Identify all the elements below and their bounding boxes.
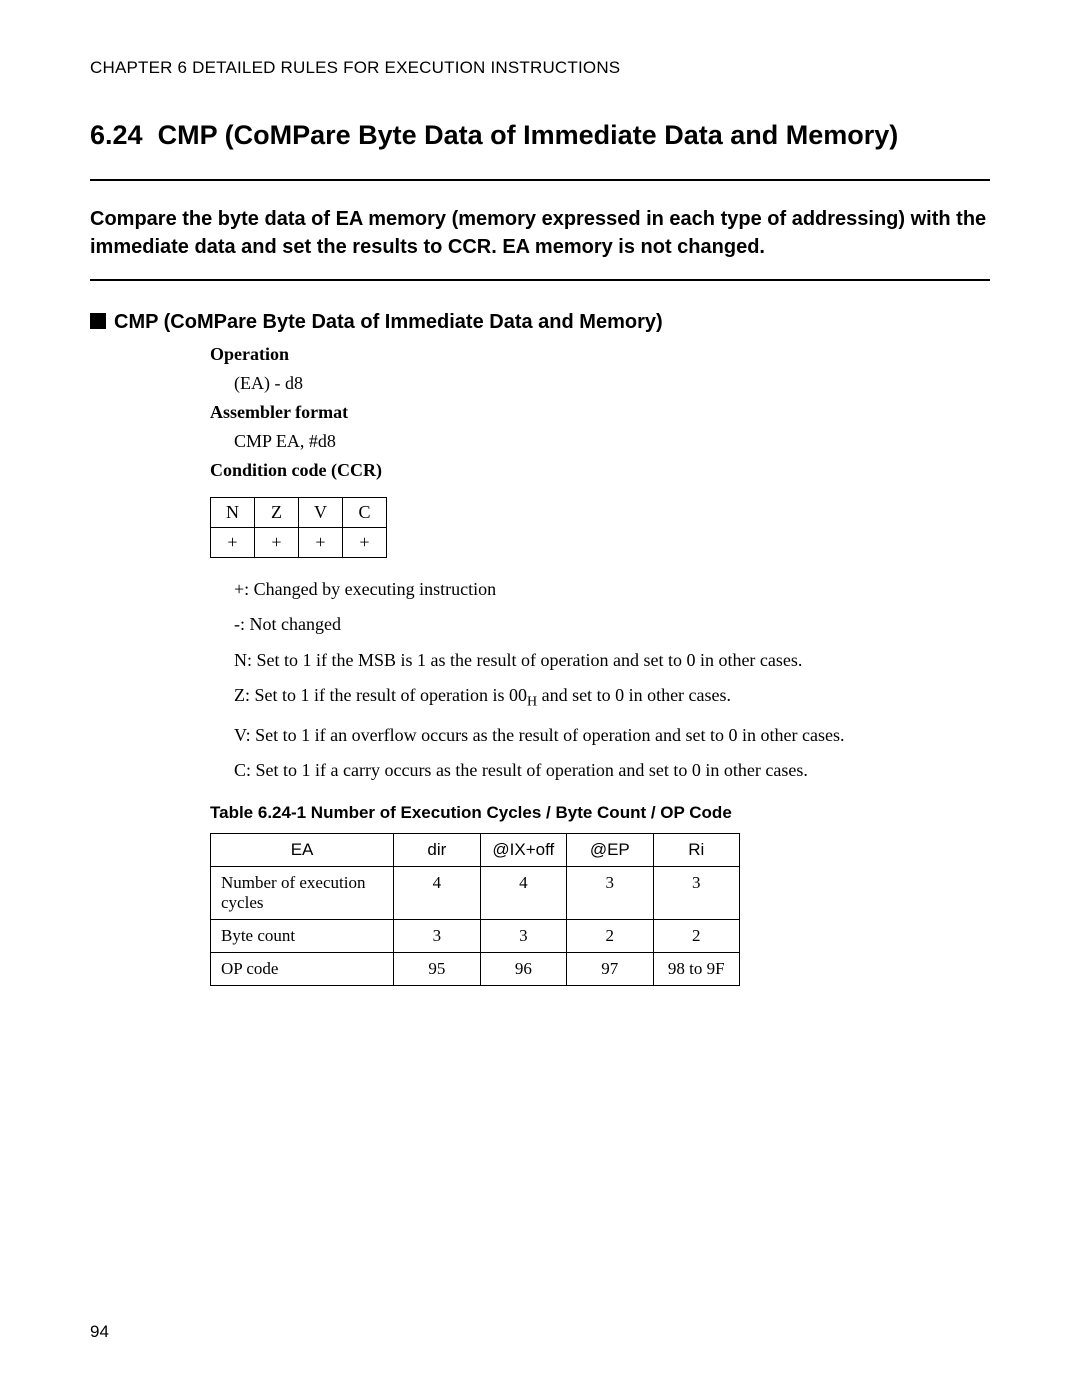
detail-row-label: OP code <box>211 952 394 985</box>
ccr-header-cell: V <box>299 498 343 528</box>
ccr-value-cell: + <box>255 528 299 558</box>
page-number: 94 <box>90 1322 109 1342</box>
ccr-table: N Z V C + + + + <box>210 497 387 558</box>
detail-cell: 2 <box>653 919 739 952</box>
detail-table: EA dir @IX+off @EP Ri Number of executio… <box>210 833 740 986</box>
table-caption: Table 6.24-1 Number of Execution Cycles … <box>210 803 990 823</box>
ccr-label: Condition code (CCR) <box>210 460 990 481</box>
ccr-value-cell: + <box>211 528 255 558</box>
divider-top <box>90 179 990 181</box>
detail-cell: 96 <box>480 952 566 985</box>
assembler-value: CMP EA, #d8 <box>234 431 990 452</box>
detail-header-cell: dir <box>394 833 480 866</box>
note-z-post: and set to 0 in other cases. <box>537 685 731 705</box>
ccr-value-cell: + <box>299 528 343 558</box>
section-title-text: CMP (CoMPare Byte Data of Immediate Data… <box>158 120 899 150</box>
detail-cell: 2 <box>567 919 653 952</box>
note-dash: -: Not changed <box>234 613 990 636</box>
note-c: C: Set to 1 if a carry occurs as the res… <box>234 759 990 782</box>
subheading-text: CMP (CoMPare Byte Data of Immediate Data… <box>114 311 663 333</box>
detail-row-label: Number of execution cycles <box>211 866 394 919</box>
detail-header-cell: EA <box>211 833 394 866</box>
assembler-label: Assembler format <box>210 402 990 423</box>
intro-paragraph: Compare the byte data of EA memory (memo… <box>90 205 990 261</box>
detail-cell: 4 <box>480 866 566 919</box>
section-title: 6.24 CMP (CoMPare Byte Data of Immediate… <box>90 120 990 151</box>
detail-header-cell: Ri <box>653 833 739 866</box>
note-z-sub: H <box>527 695 537 710</box>
detail-cell: 3 <box>567 866 653 919</box>
detail-cell: 98 to 9F <box>653 952 739 985</box>
ccr-header-cell: Z <box>255 498 299 528</box>
note-v: V: Set to 1 if an overflow occurs as the… <box>234 724 990 747</box>
detail-cell: 3 <box>480 919 566 952</box>
detail-cell: 95 <box>394 952 480 985</box>
ccr-header-cell: N <box>211 498 255 528</box>
detail-cell: 4 <box>394 866 480 919</box>
note-z-pre: Z: Set to 1 if the result of operation i… <box>234 685 527 705</box>
divider-bottom <box>90 279 990 281</box>
detail-header-cell: @IX+off <box>480 833 566 866</box>
ccr-notes: +: Changed by executing instruction -: N… <box>234 578 990 783</box>
detail-cell: 3 <box>394 919 480 952</box>
note-n: N: Set to 1 if the MSB is 1 as the resul… <box>234 649 990 672</box>
ccr-value-cell: + <box>343 528 387 558</box>
note-z: Z: Set to 1 if the result of operation i… <box>234 684 990 712</box>
note-plus: +: Changed by executing instruction <box>234 578 990 601</box>
ccr-header-cell: C <box>343 498 387 528</box>
content-block: Operation (EA) - d8 Assembler format CMP… <box>210 344 990 986</box>
operation-value: (EA) - d8 <box>234 373 990 394</box>
chapter-header: CHAPTER 6 DETAILED RULES FOR EXECUTION I… <box>90 58 990 78</box>
operation-label: Operation <box>210 344 990 365</box>
detail-cell: 97 <box>567 952 653 985</box>
subheading: CMP (CoMPare Byte Data of Immediate Data… <box>90 311 990 334</box>
detail-header-cell: @EP <box>567 833 653 866</box>
section-number: 6.24 <box>90 120 143 150</box>
detail-row-label: Byte count <box>211 919 394 952</box>
square-bullet-icon <box>90 313 106 329</box>
detail-cell: 3 <box>653 866 739 919</box>
